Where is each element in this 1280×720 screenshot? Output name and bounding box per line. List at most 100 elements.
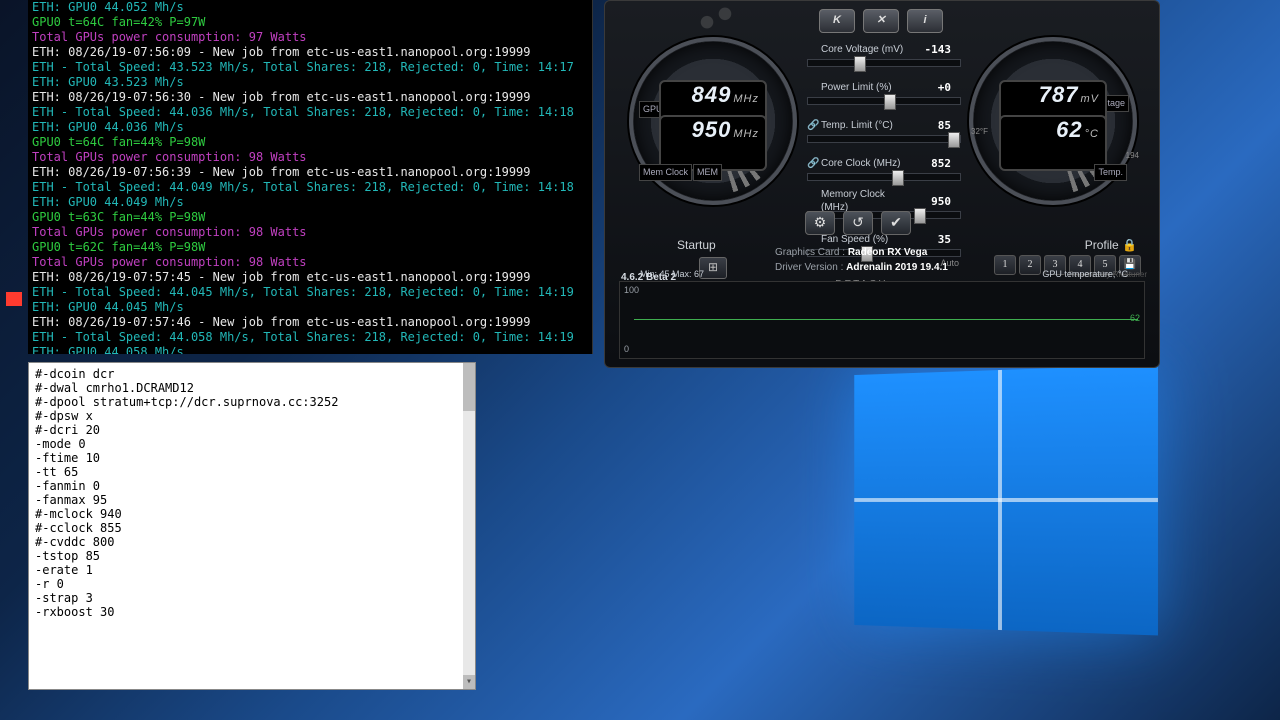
graph-title: GPU temperature, °C (1042, 268, 1128, 281)
config-line[interactable]: -tstop 85 (35, 549, 469, 563)
config-line[interactable]: -erate 1 (35, 563, 469, 577)
slider-label: Temp. Limit (°C) (821, 119, 911, 132)
log-line: GPU0 t=62C fan=44% P=98W (32, 240, 588, 255)
tick-min: 32°F (971, 125, 988, 138)
miner-terminal[interactable]: ETH: GPU0 44.052 Mh/sGPU0 t=64C fan=42% … (28, 0, 593, 354)
afterburner-panel: K ✕ i GPU Clock GPU 849MHz 950MHz Mem Cloc… (604, 0, 1160, 368)
slider-knob[interactable] (914, 208, 926, 224)
y-axis-high: 100 (624, 284, 639, 297)
log-line: GPU0 t=64C fan=44% P=98W (32, 135, 588, 150)
scrollbar-thumb[interactable] (463, 363, 475, 411)
config-line[interactable]: #-dpool stratum+tcp://dcr.suprnova.cc:32… (35, 395, 469, 409)
reset-button[interactable]: ↺ (843, 211, 873, 235)
voltage-value: 787 (1039, 82, 1079, 107)
temperature-graph[interactable]: Min: 45 Max: 67 GPU temperature, °C 100 … (619, 281, 1145, 359)
config-line[interactable]: -ftime 10 (35, 451, 469, 465)
mem-clock-readout: 950MHz (659, 115, 767, 171)
config-line[interactable]: -fanmin 0 (35, 479, 469, 493)
log-line: ETH - Total Speed: 44.036 Mh/s, Total Sh… (32, 105, 588, 120)
tick-max: 194 (1126, 149, 1139, 162)
gpu-clock-value: 849 (692, 82, 732, 107)
driver-label: Driver Version : (775, 262, 843, 273)
top-tab-button[interactable]: K (819, 9, 855, 33)
unit: mV (1081, 93, 1100, 105)
config-editor[interactable]: #-dcoin dcr#-dwal cmrho1.DCRAMD12#-dpool… (28, 362, 476, 690)
config-line[interactable]: -strap 3 (35, 591, 469, 605)
log-line: ETH - Total Speed: 43.523 Mh/s, Total Sh… (32, 60, 588, 75)
log-line: ETH: 08/26/19-07:57:45 - New job from et… (32, 270, 588, 285)
log-line: ETH: GPU0 44.052 Mh/s (32, 0, 588, 15)
config-line[interactable]: -r 0 (35, 577, 469, 591)
slider-knob[interactable] (892, 170, 904, 186)
top-tab-button[interactable]: i (907, 9, 943, 33)
log-line: ETH - Total Speed: 44.049 Mh/s, Total Sh… (32, 180, 588, 195)
editor-content[interactable]: #-dcoin dcr#-dwal cmrho1.DCRAMD12#-dpool… (35, 367, 469, 619)
log-line: ETH: 08/26/19-07:57:46 - New job from et… (32, 315, 588, 330)
link-icon[interactable]: 🔗 (807, 157, 817, 170)
config-line[interactable]: -tt 65 (35, 465, 469, 479)
driver-version: Adrenalin 2019 19.4.1 (846, 262, 948, 273)
action-buttons-row: ⚙ ↺ ✔ (805, 211, 911, 235)
config-line[interactable]: -fanmax 95 (35, 493, 469, 507)
slider-track[interactable] (807, 97, 961, 105)
record-indicator-icon (6, 292, 22, 306)
card-label: Graphics Card : (775, 247, 845, 258)
slider-track[interactable] (807, 135, 961, 143)
config-line[interactable]: -rxboost 30 (35, 605, 469, 619)
slider-track[interactable] (807, 173, 961, 181)
config-line[interactable]: -mode 0 (35, 437, 469, 451)
slider-panel: Core Voltage (mV)-143Power Limit (%)+0🔗T… (807, 35, 959, 272)
log-line: ETH: GPU0 44.058 Mh/s (32, 345, 588, 354)
voltage-temp-gauge: Voltage 787mV 62°C Temp. 32°F 194 (969, 37, 1137, 205)
config-line[interactable]: #-mclock 940 (35, 507, 469, 521)
slider-knob[interactable] (948, 132, 960, 148)
log-line: ETH: GPU0 44.045 Mh/s (32, 300, 588, 315)
gpu-clock-gauge: GPU Clock GPU 849MHz 950MHz Mem Clock ME… (629, 37, 797, 205)
log-line: ETH: 08/26/19-07:56:30 - New job from et… (32, 90, 588, 105)
graph-line (634, 319, 1138, 320)
scroll-down-icon[interactable]: ▾ (463, 675, 475, 689)
config-line[interactable]: #-cvddc 800 (35, 535, 469, 549)
config-line[interactable]: #-dpsw x (35, 409, 469, 423)
slider-value: 852 (915, 157, 951, 170)
config-line[interactable]: #-dcri 20 (35, 423, 469, 437)
temp-label: Temp. (1094, 164, 1127, 181)
log-line: ETH: 08/26/19-07:56:39 - New job from et… (32, 165, 588, 180)
editor-scrollbar[interactable]: ▾ (463, 363, 475, 689)
graph-minmax: Min: 45 Max: 67 (640, 268, 704, 281)
slider-label: Power Limit (%) (821, 81, 911, 94)
config-line[interactable]: #-dwal cmrho1.DCRAMD12 (35, 381, 469, 395)
apply-button[interactable]: ✔ (881, 211, 911, 235)
settings-button[interactable]: ⚙ (805, 211, 835, 235)
log-line: ETH: GPU0 43.523 Mh/s (32, 75, 588, 90)
slider-value: +0 (915, 81, 951, 94)
slider-knob[interactable] (884, 94, 896, 110)
temp-readout: 62°C (999, 115, 1107, 171)
log-line: Total GPUs power consumption: 98 Watts (32, 150, 588, 165)
slider-value: 35 (915, 233, 951, 246)
graph-line-value: 62 (1130, 312, 1140, 325)
log-line: ETH - Total Speed: 44.045 Mh/s, Total Sh… (32, 285, 588, 300)
profile-slot-button[interactable]: 2 (1019, 255, 1041, 275)
slider-knob[interactable] (854, 56, 866, 72)
profile-slot-button[interactable]: 1 (994, 255, 1016, 275)
top-tab-button[interactable]: ✕ (863, 9, 899, 33)
log-line: GPU0 t=64C fan=42% P=97W (32, 15, 588, 30)
card-name: Radeon RX Vega (848, 247, 927, 258)
log-line: GPU0 t=63C fan=44% P=98W (32, 210, 588, 225)
link-icon[interactable]: 🔗 (807, 119, 817, 132)
config-line[interactable]: #-cclock 855 (35, 521, 469, 535)
mem-clock-label: Mem Clock (639, 164, 692, 181)
log-line: Total GPUs power consumption: 97 Watts (32, 30, 588, 45)
config-line[interactable]: #-dcoin dcr (35, 367, 469, 381)
top-tab-buttons: K ✕ i (819, 9, 943, 33)
mem-clock-value: 950 (692, 117, 732, 142)
profile-label: Profile 🔒 (1085, 239, 1137, 252)
slider-track[interactable] (807, 59, 961, 67)
unit: MHz (733, 93, 759, 105)
slider-value: 950 (915, 195, 951, 208)
y-axis-low: 0 (624, 343, 629, 356)
log-line: ETH - Total Speed: 44.058 Mh/s, Total Sh… (32, 330, 588, 345)
unit: MHz (733, 128, 759, 140)
slider-label: Core Voltage (mV) (821, 43, 911, 56)
